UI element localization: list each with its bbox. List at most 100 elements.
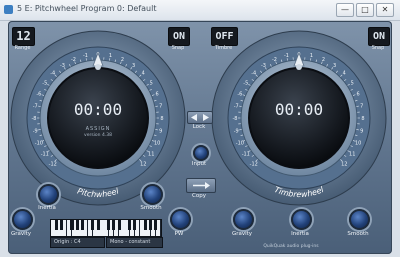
scale-label: 2 [121, 57, 124, 63]
black-key[interactable] [117, 220, 121, 230]
left-smooth-label: Smooth [140, 205, 162, 211]
pw-knob[interactable] [170, 209, 191, 230]
scale-label: -12 [49, 161, 57, 167]
origin-field[interactable]: Origin : C4 [50, 237, 105, 248]
maximize-button[interactable]: □ [356, 3, 374, 17]
scale-label: -3 [261, 63, 266, 69]
black-key[interactable] [54, 220, 58, 230]
scale-label: -8 [233, 116, 238, 122]
black-key[interactable] [154, 220, 158, 230]
scale-label: -10 [35, 140, 43, 146]
copy-label: Copy [192, 193, 206, 199]
right-smooth-knob[interactable] [349, 209, 370, 230]
scale-label: 12 [140, 161, 146, 167]
black-key[interactable] [133, 220, 137, 230]
black-key[interactable] [128, 220, 132, 230]
scale-label: 7 [159, 104, 162, 110]
range-label: Range [14, 45, 31, 51]
scale-label: 8 [361, 116, 364, 122]
scale-label: 12 [341, 161, 347, 167]
version-text: version 4.38 [84, 133, 112, 138]
arrows-button[interactable] [187, 111, 213, 124]
scale-label: -7 [33, 104, 38, 110]
scale-label: 5 [351, 80, 354, 86]
copy-arrow-button[interactable] [186, 178, 216, 193]
app-window: 5 E: Pitchwheel Program 0: Default — □ ✕ [0, 0, 400, 257]
range-display[interactable]: 12 [12, 27, 35, 46]
right-time-display: 00:00 [274, 100, 324, 119]
scale-label: -7 [234, 104, 239, 110]
lock-label: Lock [192, 124, 206, 130]
origin-keyboard[interactable] [50, 219, 162, 237]
scale-label: -2 [71, 57, 76, 63]
black-key[interactable] [91, 220, 95, 230]
left-gravity-label: Gravity [10, 231, 32, 237]
black-key[interactable] [112, 220, 116, 230]
pw-label: PW [174, 231, 184, 237]
black-key[interactable] [70, 220, 74, 230]
scale-label: -8 [32, 116, 37, 122]
input-label: Input [191, 161, 207, 167]
scale-label: -1 [83, 53, 88, 59]
left-time-display: 00:00 [73, 100, 123, 119]
scale-label: 1 [109, 53, 112, 59]
right-gravity-knob[interactable] [233, 209, 254, 230]
input-knob[interactable] [193, 145, 209, 161]
scale-label: -11 [41, 152, 49, 158]
close-button[interactable]: ✕ [376, 3, 394, 17]
right-inertia-knob[interactable] [291, 209, 312, 230]
window-title: 5 E: Pitchwheel Program 0: Default [17, 4, 157, 13]
black-key[interactable] [75, 220, 79, 230]
plugin-panel: 0123456789101112-1-2-3-4-5-6-7-8-9-10-11… [8, 21, 392, 254]
scale-label: -6 [237, 92, 242, 98]
scale-label: -4 [50, 71, 55, 77]
scale-label: 9 [159, 128, 162, 134]
scale-label: 10 [154, 140, 160, 146]
left-gravity-knob[interactable] [12, 209, 33, 230]
scale-label: -1 [284, 53, 289, 59]
title-bar[interactable]: 5 E: Pitchwheel Program 0: Default — □ ✕ [0, 0, 400, 21]
scale-label: 1 [310, 53, 313, 59]
scale-label: 10 [355, 140, 361, 146]
right-snap-display[interactable]: ON [368, 27, 390, 46]
scale-label: 6 [156, 92, 159, 98]
scale-label: 9 [360, 128, 363, 134]
scale-label: -5 [42, 80, 47, 86]
scale-label: 4 [142, 71, 145, 77]
scale-label: -5 [243, 80, 248, 86]
left-snap-display[interactable]: ON [168, 27, 190, 46]
scale-label: -10 [236, 140, 244, 146]
right-snap-label: Snap [371, 45, 385, 51]
scale-label: -9 [234, 128, 239, 134]
scale-label: 3 [132, 63, 135, 69]
scale-label: 4 [343, 71, 346, 77]
left-inertia-label: Inertia [38, 205, 56, 211]
black-key[interactable] [148, 220, 153, 230]
scale-label: 6 [357, 92, 360, 98]
scale-label: 11 [148, 152, 154, 158]
black-key[interactable] [59, 220, 64, 230]
scale-label: 5 [150, 80, 153, 86]
black-key[interactable] [107, 220, 111, 230]
scale-label: 3 [333, 63, 336, 69]
black-key[interactable] [96, 220, 100, 230]
app-icon [4, 5, 13, 14]
scale-label: 2 [322, 57, 325, 63]
scale-label: 11 [349, 152, 355, 158]
left-snap-label: Snap [171, 45, 185, 51]
black-key[interactable] [80, 220, 84, 230]
scale-label: -3 [60, 63, 65, 69]
scale-label: -4 [251, 71, 256, 77]
scale-label: -6 [36, 92, 41, 98]
left-inertia-knob[interactable] [38, 184, 59, 205]
brand-text: ASSIGN [85, 126, 111, 132]
right-gravity-label: Gravity [231, 231, 253, 237]
minimize-button[interactable]: — [336, 3, 354, 17]
scale-label: -9 [33, 128, 38, 134]
mode-field[interactable]: Mono - constant [106, 237, 163, 248]
right-inertia-label: Inertia [291, 231, 309, 237]
timbre-display[interactable]: OFF [211, 27, 238, 46]
scale-label: 7 [360, 104, 363, 110]
left-smooth-knob[interactable] [142, 184, 163, 205]
black-key[interactable] [143, 220, 147, 230]
